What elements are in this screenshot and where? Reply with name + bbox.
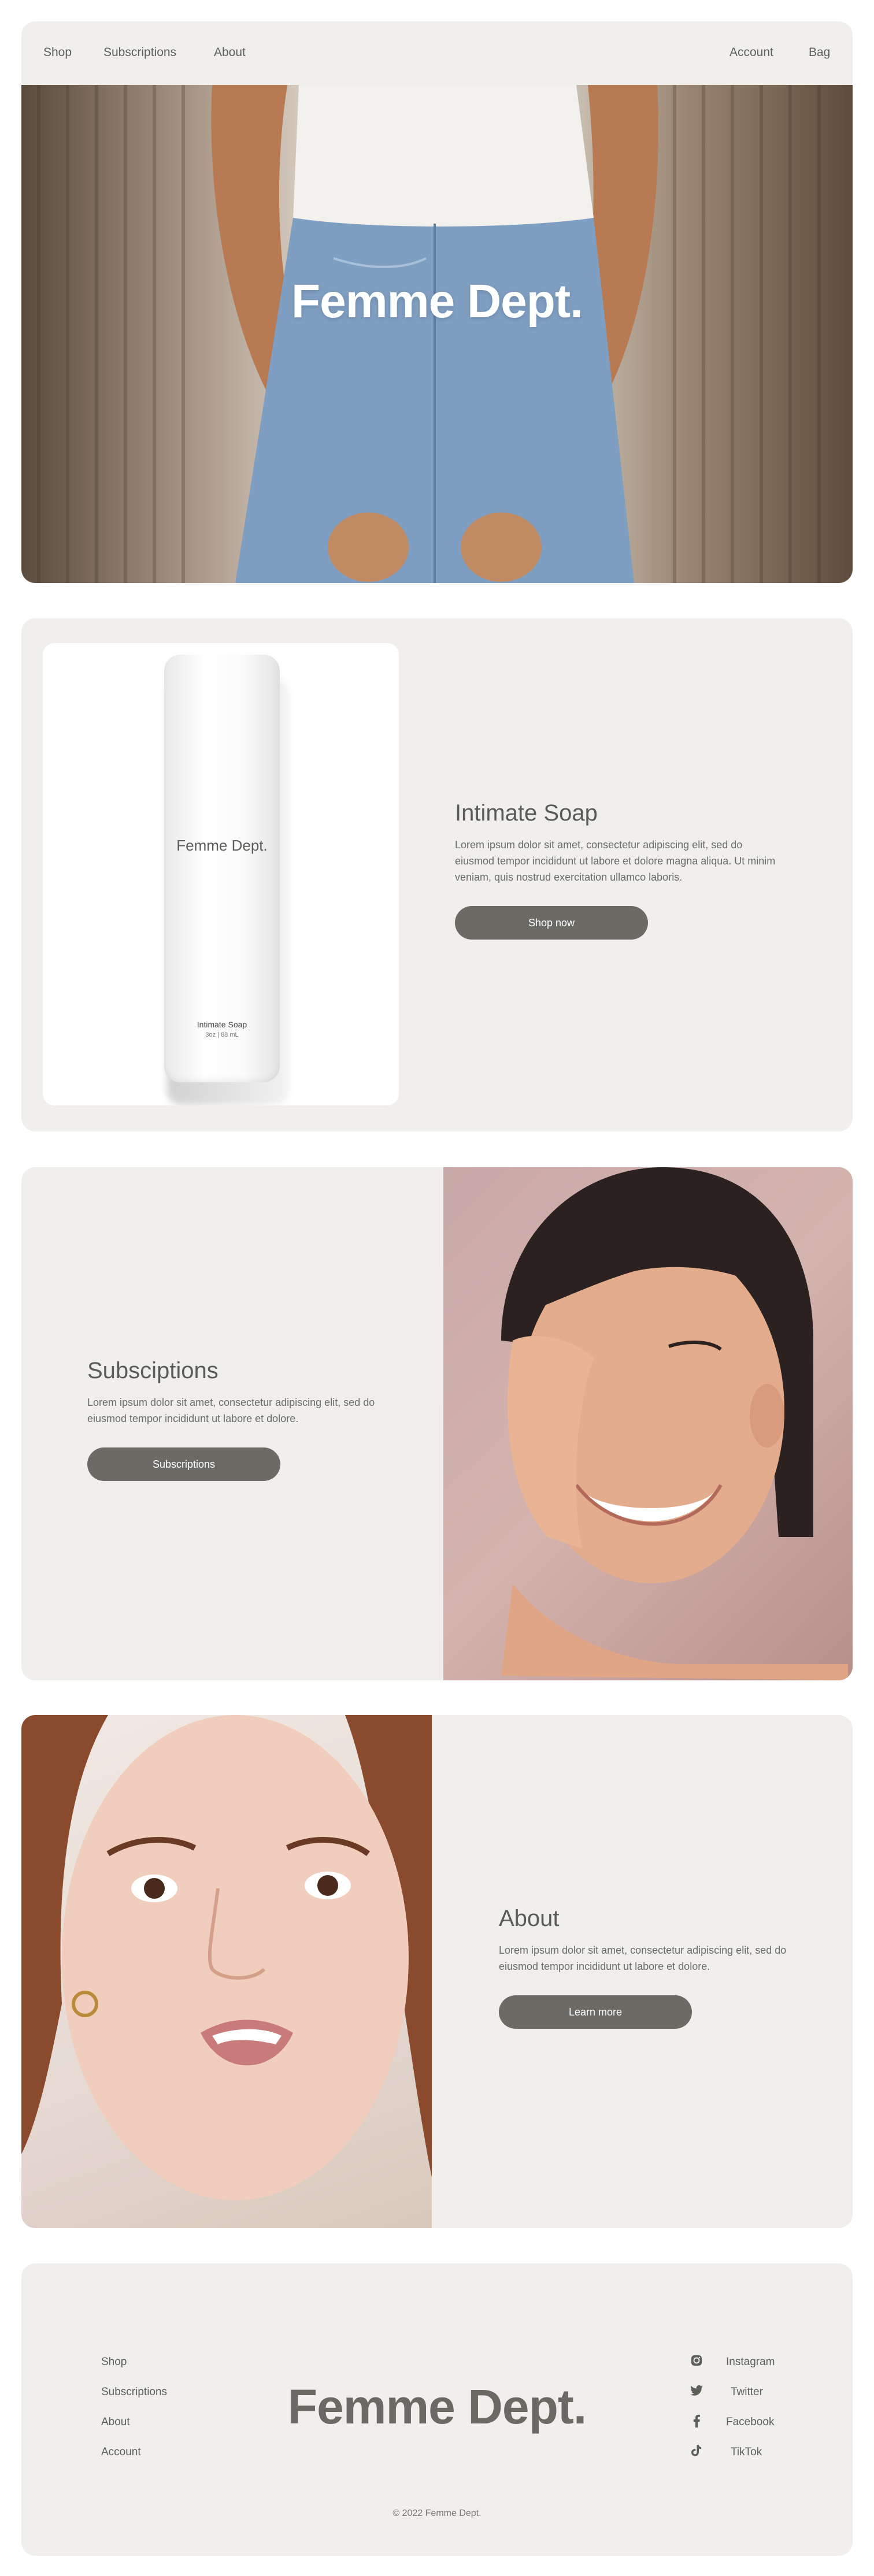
nav-subscriptions-link[interactable]: Subscriptions — [103, 46, 176, 60]
nav-account-link[interactable]: Account — [729, 46, 773, 60]
footer-account-link[interactable]: Account — [101, 2446, 167, 2458]
subscriptions-content: Subsciptions Lorem ipsum dolor sit amet,… — [87, 1358, 411, 1481]
nav-shop-link[interactable]: Shop — [43, 46, 72, 60]
facebook-link[interactable]: Facebook — [726, 2416, 774, 2429]
product-content: Intimate Soap Lorem ipsum dolor sit amet… — [455, 800, 784, 940]
bottle: Femme Dept. Intimate Soap 3oz | 88 mL — [164, 655, 280, 1082]
subscriptions-body: Lorem ipsum dolor sit amet, consectetur … — [87, 1397, 375, 1424]
copyright: © 2022 Femme Dept. — [392, 2508, 482, 2518]
product-section: Femme Dept. Intimate Soap 3oz | 88 mL In… — [21, 618, 853, 1131]
bottle-label: Intimate Soap — [197, 1020, 247, 1029]
social-twitter: Twitter — [690, 2385, 806, 2415]
tiktok-link[interactable]: TikTok — [731, 2446, 762, 2459]
smiling-woman-illustration — [501, 1167, 848, 1680]
twitter-icon — [690, 2385, 703, 2397]
subscriptions-heading: Subsciptions — [87, 1358, 218, 1383]
about-body: Lorem ipsum dolor sit amet, consectetur … — [499, 1944, 787, 1972]
instagram-icon — [690, 2355, 703, 2367]
twitter-link[interactable]: Twitter — [731, 2386, 763, 2399]
about-section: About Lorem ipsum dolor sit amet, consec… — [21, 1715, 853, 2228]
social-tiktok: TikTok — [690, 2445, 806, 2475]
product-heading: Intimate Soap — [455, 800, 598, 826]
product-image: Femme Dept. Intimate Soap 3oz | 88 mL — [43, 643, 399, 1105]
hero-title: Femme Dept. — [291, 275, 583, 328]
social-instagram: Instagram — [690, 2355, 806, 2385]
shop-now-button[interactable]: Shop now — [455, 906, 648, 940]
hero-illustration — [37, 85, 821, 583]
product-body: Lorem ipsum dolor sit amet, consectetur … — [455, 839, 776, 883]
about-image — [21, 1715, 432, 2228]
top-nav: Shop Subscriptions About Account Bag — [21, 21, 853, 85]
hero-section: Shop Subscriptions About Account Bag Fem… — [21, 21, 853, 583]
bottle-size: 3oz | 88 mL — [205, 1031, 239, 1038]
nav-bag-link[interactable]: Bag — [809, 46, 830, 60]
subscriptions-button[interactable]: Subscriptions — [87, 1447, 280, 1481]
footer: Shop Subscriptions About Account Femme D… — [21, 2263, 853, 2556]
social-facebook: Facebook — [690, 2415, 806, 2445]
hero-image — [21, 85, 853, 583]
subscriptions-section: Subsciptions Lorem ipsum dolor sit amet,… — [21, 1167, 853, 1680]
woman-portrait-illustration — [21, 1715, 432, 2200]
instagram-link[interactable]: Instagram — [726, 2356, 775, 2369]
about-content: About Lorem ipsum dolor sit amet, consec… — [499, 1906, 823, 2029]
about-heading: About — [499, 1906, 560, 1931]
subscriptions-image — [443, 1167, 853, 1680]
nav-about-link[interactable]: About — [214, 46, 246, 60]
tiktok-icon — [690, 2445, 703, 2458]
learn-more-button[interactable]: Learn more — [499, 1995, 692, 2029]
facebook-icon — [690, 2415, 703, 2427]
social-links: Instagram Twitter Facebook TikTok — [690, 2355, 806, 2475]
footer-shop-link[interactable]: Shop — [101, 2356, 167, 2368]
bottle-brand: Femme Dept. — [176, 837, 268, 854]
